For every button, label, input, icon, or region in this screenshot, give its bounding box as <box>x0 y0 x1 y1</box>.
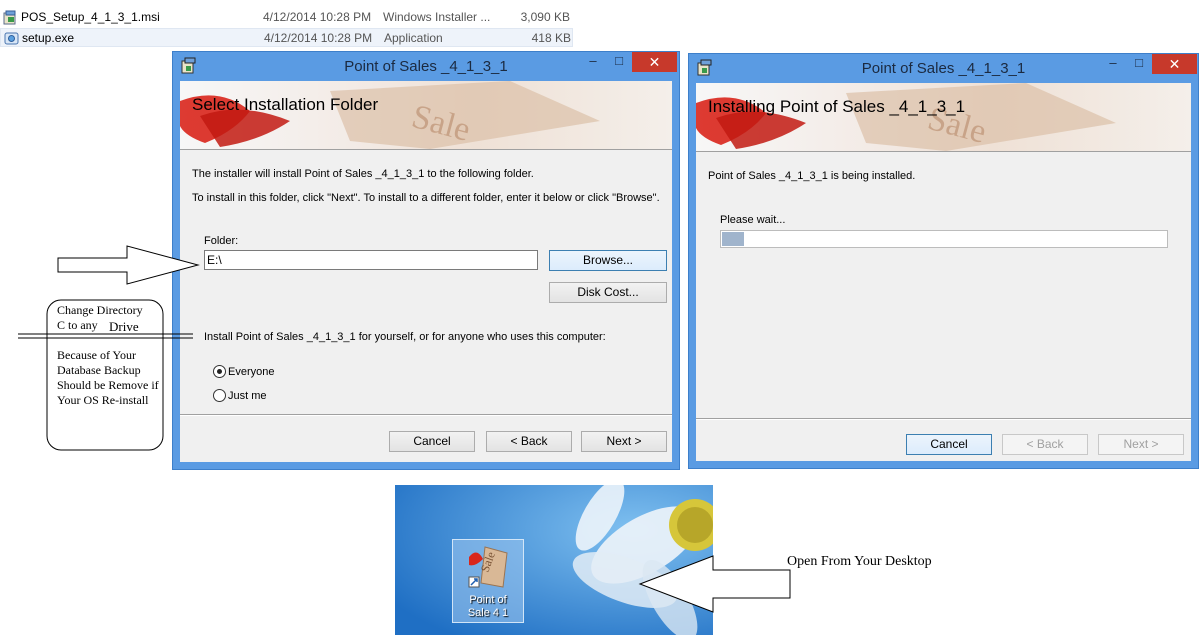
file-date: 4/12/2014 10:28 PM <box>263 10 372 24</box>
annotation-drive: Drive <box>109 319 139 334</box>
install-scope-text: Install Point of Sales _4_1_3_1 for your… <box>204 331 606 343</box>
install-status-text: Point of Sales _4_1_3_1 is being install… <box>708 170 916 182</box>
sale-tag-banner-graphic: Sale <box>180 81 600 149</box>
file-name: setup.exe <box>22 31 75 45</box>
button-separator <box>696 418 1191 420</box>
annotation-arrow-right <box>57 245 200 285</box>
installer-window-progress: Point of Sales _4_1_3_1 – □ ✕ Sale Insta… <box>688 53 1199 469</box>
install-progress-bar <box>720 230 1168 248</box>
sale-tag-banner-graphic: Sale <box>696 83 1116 151</box>
annotation-c-to-any: C to any <box>57 318 98 332</box>
back-button[interactable]: < Back <box>486 431 572 452</box>
button-separator <box>180 414 672 416</box>
progress-fill <box>722 232 744 246</box>
maximize-button[interactable]: □ <box>1126 54 1152 74</box>
install-instructions-text: To install in this folder, click "Next".… <box>192 192 660 204</box>
dialog-heading: Select Installation Folder <box>192 95 379 114</box>
shortcut-label-line1: Point of <box>469 594 507 606</box>
close-button[interactable]: ✕ <box>1152 54 1197 74</box>
dialog-banner: Sale Installing Point of Sales _4_1_3_1 <box>696 83 1191 152</box>
install-location-text: The installer will install Point of Sale… <box>192 168 534 180</box>
annotation-open-from-desktop: Open From Your Desktop <box>787 554 932 569</box>
dialog-banner: Sale Select Installation Folder <box>180 81 672 150</box>
disk-cost-button[interactable]: Disk Cost... <box>549 282 667 303</box>
file-name: POS_Setup_4_1_3_1.msi <box>21 10 160 24</box>
cancel-button[interactable]: Cancel <box>389 431 475 452</box>
minimize-button[interactable]: – <box>1100 54 1126 74</box>
shortcut-label-line2: Sale 4 1 <box>467 607 509 619</box>
pos-desktop-shortcut[interactable]: Sale Point of Sale 4 1 <box>452 539 524 623</box>
title-bar[interactable]: Point of Sales _4_1_3_1 – □ ✕ <box>689 54 1198 82</box>
dialog-client: Sale Installing Point of Sales _4_1_3_1 … <box>696 83 1191 461</box>
annotation-because-line2: Database Backup <box>57 363 141 377</box>
file-row-setup-exe[interactable]: setup.exe 4/12/2014 10:28 PM Application… <box>0 28 573 47</box>
minimize-button[interactable]: – <box>580 52 606 72</box>
everyone-label: Everyone <box>228 366 275 378</box>
setup-exe-icon <box>4 32 19 45</box>
file-type: Windows Installer ... <box>383 10 491 24</box>
close-button[interactable]: ✕ <box>632 52 677 72</box>
file-row-msi[interactable]: POS_Setup_4_1_3_1.msi 4/12/2014 10:28 PM… <box>0 8 573 27</box>
maximize-button[interactable]: □ <box>606 52 632 72</box>
annotation-because-line4: Your OS Re-install <box>57 393 149 407</box>
next-button: Next > <box>1098 434 1184 455</box>
dialog-client: Sale Select Installation Folder The inst… <box>180 81 672 462</box>
sale-tag-icon: Sale <box>468 546 508 588</box>
cancel-button[interactable]: Cancel <box>906 434 992 455</box>
title-bar[interactable]: Point of Sales _4_1_3_1 – □ ✕ <box>173 52 679 80</box>
just-me-radio[interactable] <box>213 389 226 402</box>
everyone-radio[interactable] <box>213 365 226 378</box>
folder-input[interactable]: E:\ <box>204 250 538 270</box>
browse-button[interactable]: Browse... <box>549 250 667 271</box>
installer-window-select-folder: Point of Sales _4_1_3_1 – □ ✕ Sale Selec… <box>172 51 680 470</box>
file-size: 418 KB <box>531 31 571 45</box>
dialog-heading: Installing Point of Sales _4_1_3_1 <box>708 97 966 116</box>
annotation-arrow-left <box>638 555 791 613</box>
annotation-because-line1: Because of Your <box>57 348 136 362</box>
annotation-change-directory: Change Directory <box>57 303 143 317</box>
file-type: Application <box>384 31 443 45</box>
msi-package-icon <box>3 10 16 25</box>
next-button[interactable]: Next > <box>581 431 667 452</box>
annotation-because-line3: Should be Remove if <box>57 378 159 392</box>
file-size: 3,090 KB <box>520 10 570 24</box>
just-me-label: Just me <box>228 390 267 402</box>
please-wait-text: Please wait... <box>720 214 786 226</box>
back-button: < Back <box>1002 434 1088 455</box>
file-date: 4/12/2014 10:28 PM <box>264 31 373 45</box>
